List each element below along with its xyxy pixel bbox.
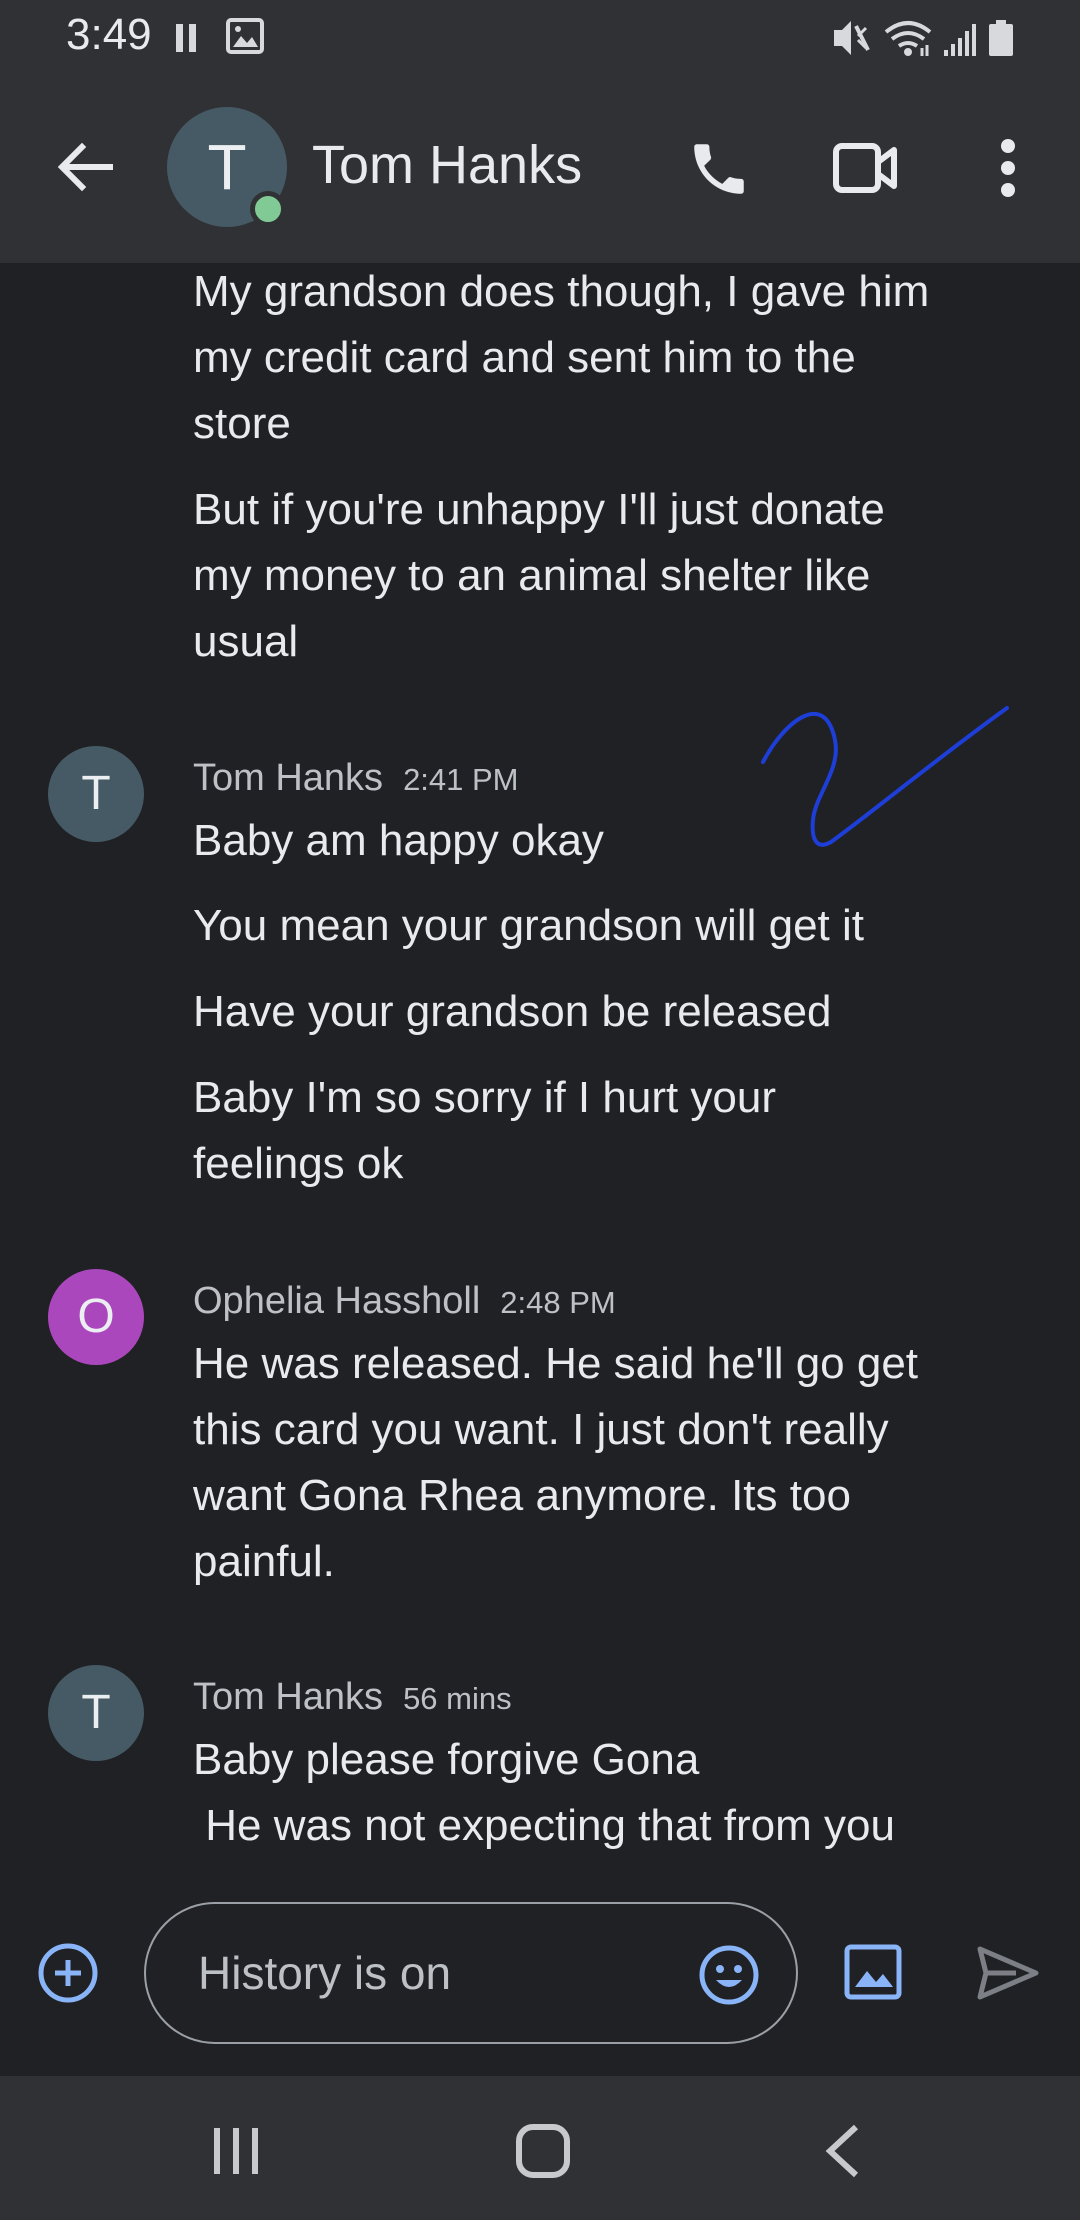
scribble-drawing [761, 706, 1009, 847]
wifi-icon [884, 21, 932, 56]
online-status-indicator [250, 191, 286, 227]
message-text[interactable]: Baby please forgive Gona He was not expe… [193, 1727, 1043, 1853]
sender-header: Tom Hanks 56 mins [193, 1676, 512, 1719]
sender-avatar-letter: T [81, 767, 111, 820]
video-call-icon[interactable] [832, 142, 898, 194]
send-icon[interactable] [976, 1945, 1040, 2001]
contact-avatar-letter: T [207, 131, 247, 203]
message-text[interactable]: He was released. He said he'll go get th… [193, 1331, 1043, 1595]
compose-placeholder: History is on [198, 1947, 452, 1999]
signal-icon [944, 24, 976, 56]
image-notification-icon [226, 18, 264, 54]
mute-icon [834, 21, 870, 55]
sender-avatar[interactable]: O [48, 1269, 144, 1365]
emoji-icon[interactable] [698, 1944, 760, 2006]
message-time: 56 mins [403, 1681, 512, 1716]
message-text[interactable]: My grandson does though, I gave him my c… [193, 263, 1043, 457]
more-options-icon[interactable] [1000, 138, 1016, 198]
message-text[interactable]: You mean your grandson will get it [193, 893, 1043, 959]
message-text[interactable]: But if you're unhappy I'll just donate m… [193, 477, 1043, 675]
status-time: 3:49 [66, 10, 152, 59]
sender-name: Tom Hanks [193, 1676, 384, 1718]
phone-call-icon[interactable] [686, 136, 752, 202]
sender-avatar-letter: O [77, 1290, 115, 1343]
battery-icon [989, 20, 1013, 56]
message-list[interactable]: My grandson does though, I gave him my c… [0, 263, 1080, 1853]
message-text[interactable]: Have your grandson be released [193, 979, 1043, 1045]
system-navigation-bar [0, 2076, 1080, 2220]
sender-header: Tom Hanks 2:41 PM [193, 757, 519, 800]
nav-back-icon[interactable] [822, 2124, 862, 2178]
status-bar: 3:49 [0, 0, 1080, 75]
sender-avatar[interactable]: T [48, 1665, 144, 1761]
message-time: 2:41 PM [403, 762, 519, 797]
message-time: 2:48 PM [500, 1285, 616, 1320]
message-compose-field[interactable]: History is on [144, 1902, 798, 2044]
recent-apps-icon[interactable] [212, 2126, 262, 2176]
sender-avatar[interactable]: T [48, 746, 144, 842]
gallery-icon[interactable] [843, 1943, 903, 2001]
sender-header: Ophelia Hassholl 2:48 PM [193, 1280, 616, 1323]
back-arrow-icon[interactable] [50, 132, 120, 202]
sender-avatar-letter: T [81, 1686, 111, 1739]
sender-name: Tom Hanks [193, 757, 384, 799]
add-attachment-icon[interactable] [36, 1941, 100, 2005]
message-text[interactable]: Baby I'm so sorry if I hurt your feeling… [193, 1065, 1043, 1197]
pause-icon [176, 24, 198, 52]
sender-name: Ophelia Hassholl [193, 1280, 481, 1322]
home-icon[interactable] [516, 2124, 570, 2178]
contact-name[interactable]: Tom Hanks [312, 134, 582, 196]
status-system-icons [834, 20, 1013, 56]
